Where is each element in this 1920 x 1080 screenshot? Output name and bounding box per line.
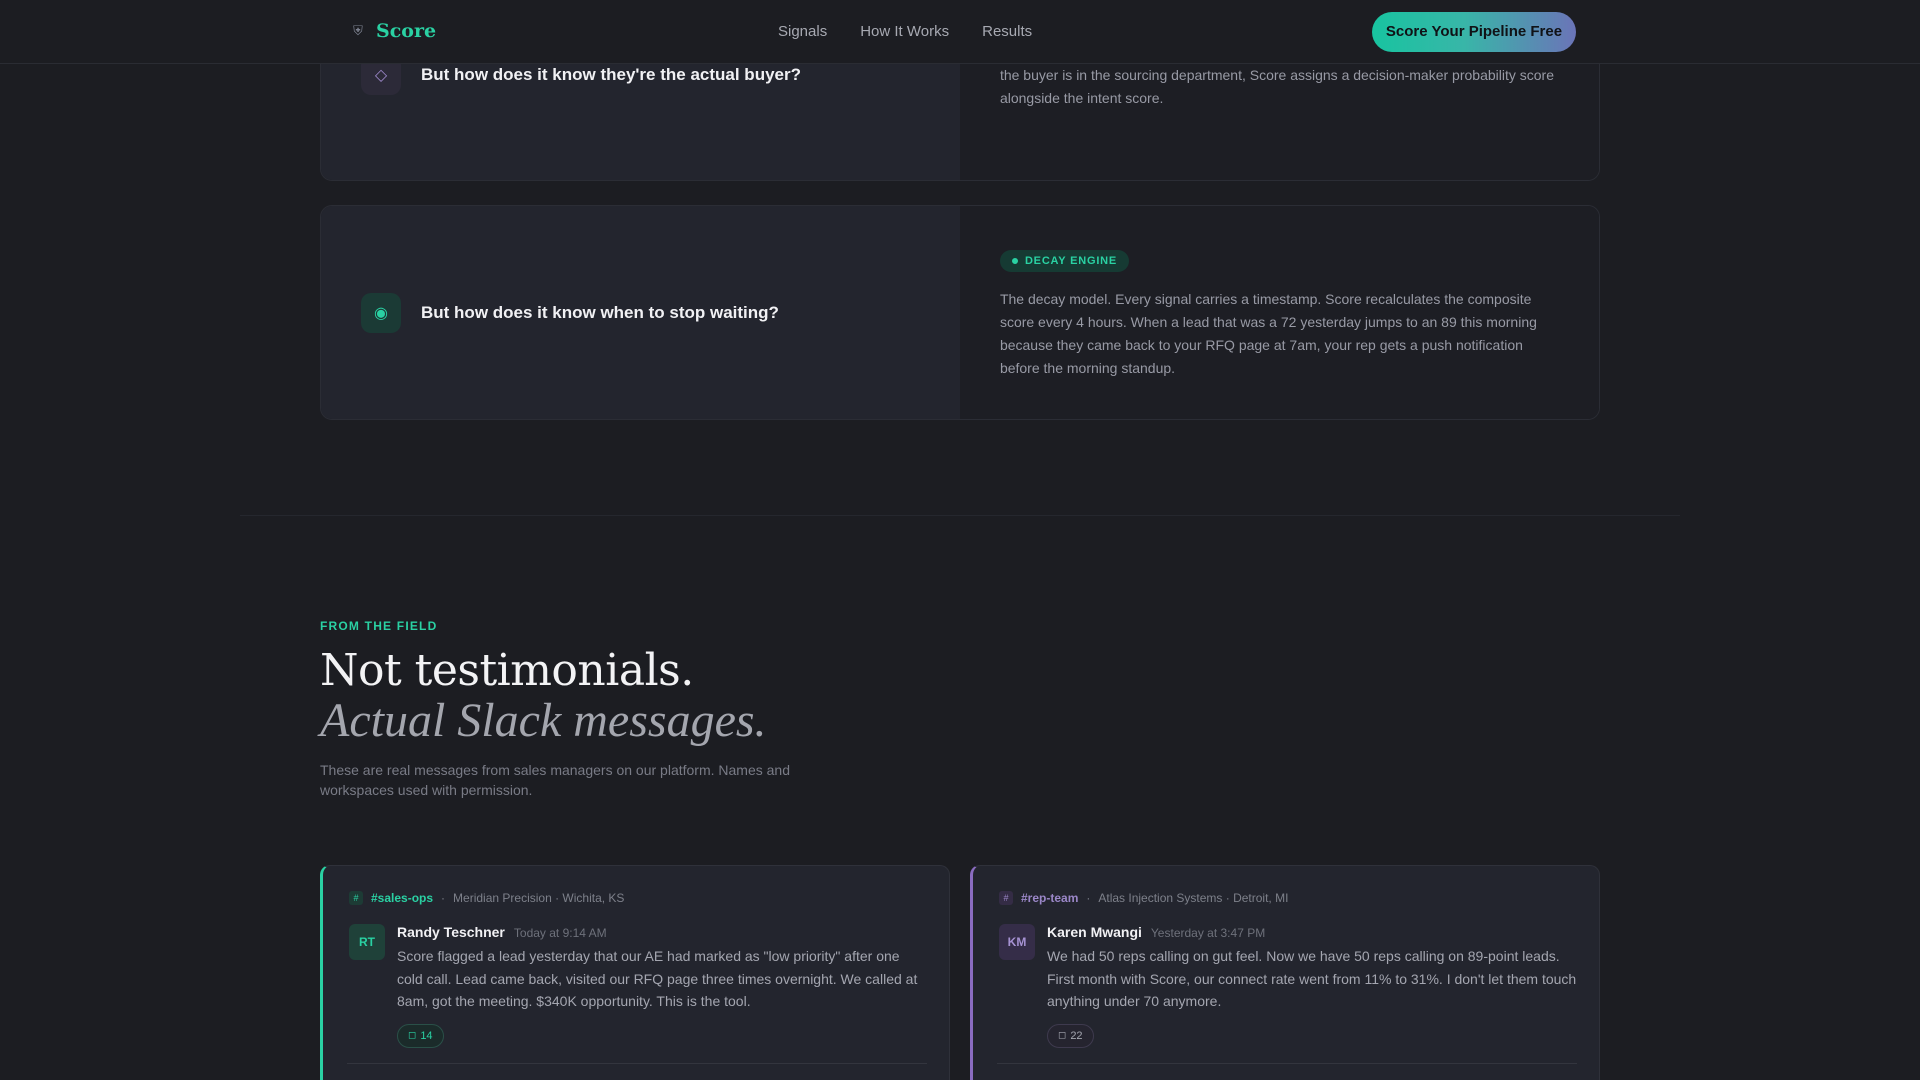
reaction-count: 22 [1070,1029,1083,1042]
author-row: Karen Mwangi Yesterday at 3:47 PM [1047,924,1577,940]
message: KM Karen Mwangi Yesterday at 3:47 PM We … [997,924,1577,1064]
message-divider [347,1062,927,1064]
channel-row: # #rep-team · Atlas Injection Systems · … [999,890,1573,906]
reaction-count: 14 [420,1029,433,1042]
timestamp: Today at 9:14 AM [513,926,607,940]
nav-links: Signals How It Works Results [778,23,1032,40]
badge-label: DECAY ENGINE [1024,255,1118,267]
workspace-name: Meridian Precision · Wichita, KS [453,891,625,905]
nav-link-how-it-works[interactable]: How It Works [860,23,949,40]
section-subtitle: These are real messages from sales manag… [320,762,790,798]
section-title: Not testimonials. [320,645,694,696]
brand-logo[interactable]: ⛨ Score [350,20,436,42]
score-pipeline-button[interactable]: Score Your Pipeline Free [1372,12,1576,52]
faq-card-decay: ◉ But how does it know when to stop wait… [320,205,1600,420]
nav-link-results[interactable]: Results [982,23,1032,40]
reaction-button[interactable]: ◻ 22 [1047,1023,1094,1048]
faq-question: But how does it know when to stop waitin… [421,303,779,322]
faq-question: But how does it know they're the actual … [421,65,801,84]
message: RT Randy Teschner Today at 9:14 AM Score… [347,924,927,1064]
faq-question-panel[interactable]: ◉ But how does it know when to stop wait… [321,206,960,419]
author-row: Randy Teschner Today at 9:14 AM [397,924,927,940]
decay-engine-badge: DECAY ENGINE [999,250,1130,272]
faq-answer: The decay model. Every signal carries a … [999,291,1537,376]
message-divider [997,1062,1577,1064]
emoji-icon: ◻ [408,1030,417,1041]
reaction-button[interactable]: ◻ 14 [397,1023,444,1048]
slack-message-card: # #sales-ops · Meridian Precision · Wich… [320,865,950,1080]
badge-dot [1011,258,1018,264]
separator-dot: · [1086,891,1091,905]
top-nav: ⛨ Score Signals How It Works Results Sco… [0,0,1920,64]
slack-message-card: # #rep-team · Atlas Injection Systems · … [970,865,1600,1080]
nav-link-signals[interactable]: Signals [778,23,827,40]
target-icon: ◉ [361,293,401,333]
author-name: Karen Mwangi [1047,924,1142,940]
channel-row: # #sales-ops · Meridian Precision · Wich… [349,890,923,906]
channel-name: #rep-team [1021,891,1079,905]
faq-answer-panel: DECAY ENGINE The decay model. Every sign… [959,206,1599,419]
separator-dot: · [441,891,446,905]
message-body: We had 50 reps calling on gut feel. Now … [1047,948,1577,1009]
message-body: Score flagged a lead yesterday that our … [397,948,918,1009]
emoji-icon: ◻ [1058,1030,1067,1041]
section-divider [240,515,1680,516]
hash-icon: # [349,891,363,905]
section-title-italic: Actual Slack messages. [320,694,767,747]
hash-icon: # [999,891,1013,905]
avatar: KM [999,924,1035,960]
section-eyebrow: FROM THE FIELD [320,619,438,633]
brand-name: Score [376,20,437,42]
avatar: RT [349,924,385,960]
shield-icon: ⛨ [353,23,363,38]
author-name: Randy Teschner [397,924,505,940]
channel-name: #sales-ops [371,891,434,905]
workspace-name: Atlas Injection Systems · Detroit, MI [1098,891,1289,905]
timestamp: Yesterday at 3:47 PM [1150,926,1266,940]
